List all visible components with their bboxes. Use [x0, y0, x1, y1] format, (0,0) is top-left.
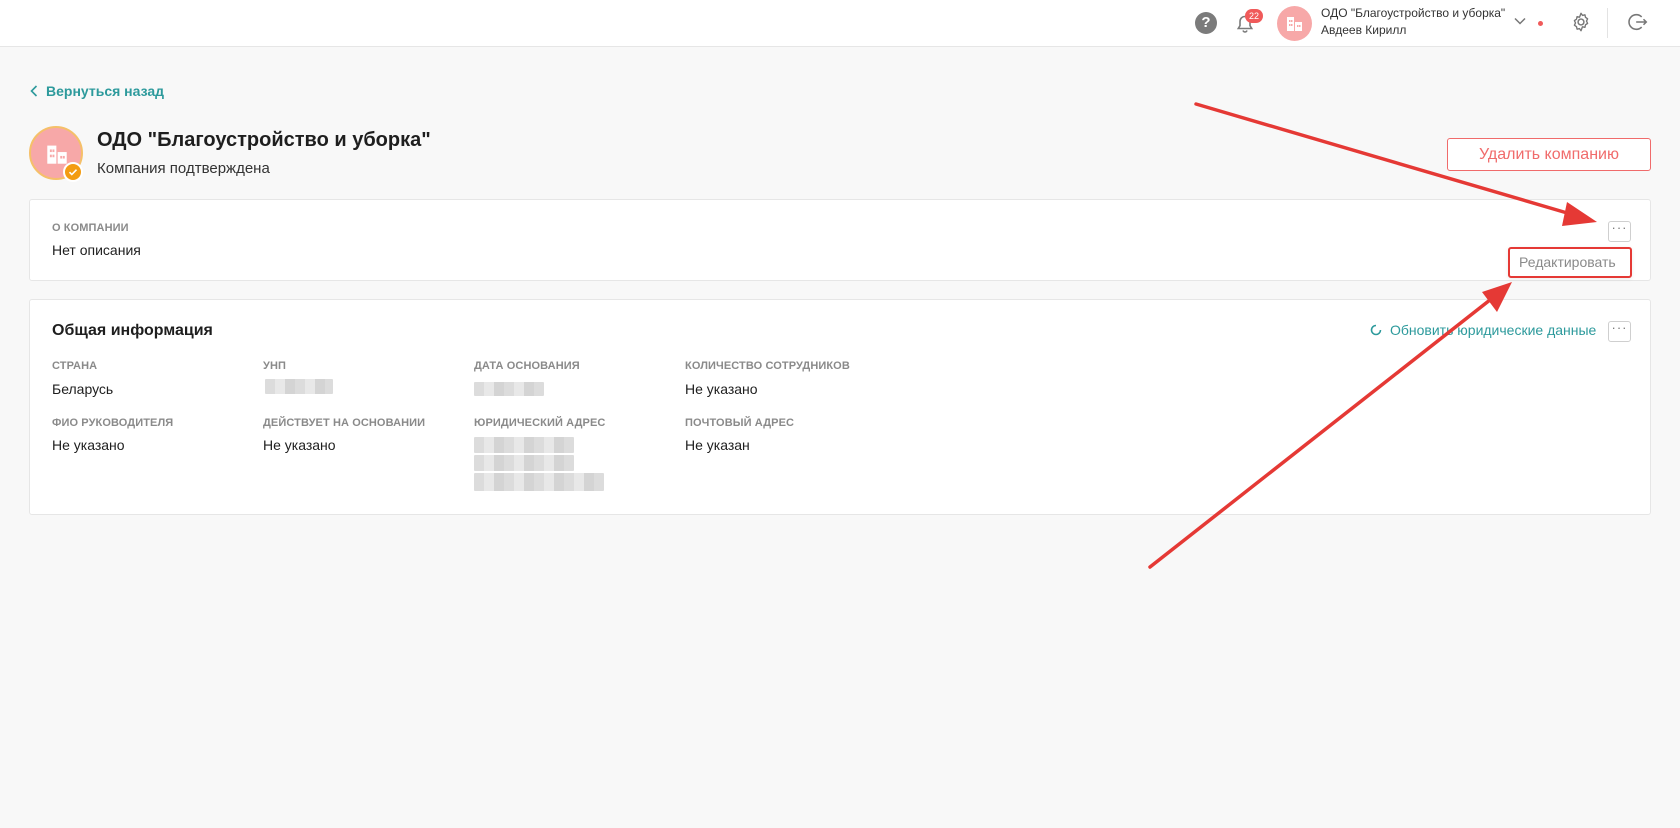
building-icon — [1287, 17, 1302, 31]
status-dot — [1538, 21, 1543, 26]
field-value: Не указан — [685, 437, 750, 453]
chevron-down-icon[interactable] — [1513, 14, 1527, 28]
refresh-legal-data-link[interactable]: Обновить юридические данные — [1369, 322, 1596, 338]
user-company-name[interactable]: ОДО "Благоустройство и уборка" — [1321, 6, 1505, 20]
redacted-value — [474, 473, 604, 491]
field-label: ФИО РУКОВОДИТЕЛЯ — [52, 417, 174, 429]
field-label: УНП — [263, 360, 286, 372]
field-value: Не указано — [685, 381, 758, 397]
refresh-icon — [1370, 324, 1382, 336]
field-label: ДАТА ОСНОВАНИЯ — [474, 360, 580, 372]
about-company-card: О КОМПАНИИ Нет описания ··· — [29, 199, 1651, 281]
field-value: Беларусь — [52, 381, 114, 397]
field-value: Не указано — [52, 437, 125, 453]
edit-menu-item[interactable]: Редактировать — [1508, 247, 1632, 278]
top-bar: ? 22 ОДО "Благоустройство и уборка" Авде… — [0, 0, 1680, 47]
topbar-divider — [1607, 8, 1608, 38]
back-link-label: Вернуться назад — [46, 83, 165, 99]
redacted-value — [474, 455, 574, 471]
verified-icon — [63, 162, 83, 182]
user-name[interactable]: Авдеев Кирилл — [1321, 23, 1406, 37]
field-label: КОЛИЧЕСТВО СОТРУДНИКОВ — [685, 360, 850, 372]
field-label: СТРАНА — [52, 360, 98, 372]
chevron-left-icon — [30, 85, 38, 97]
back-link[interactable]: Вернуться назад — [30, 83, 164, 99]
redacted-value — [265, 379, 333, 394]
about-value: Нет описания — [52, 242, 141, 258]
field-value: Не указано — [263, 437, 336, 453]
company-status: Компания подтверждена — [97, 160, 270, 177]
notifications-badge: 22 — [1245, 9, 1263, 23]
notifications-button[interactable]: 22 — [1234, 9, 1263, 37]
help-icon[interactable]: ? — [1195, 12, 1217, 34]
general-menu-button[interactable]: ··· — [1608, 321, 1631, 342]
field-label: ПОЧТОВЫЙ АДРЕС — [685, 417, 795, 429]
about-menu-button[interactable]: ··· — [1608, 221, 1631, 242]
gear-icon[interactable] — [1570, 11, 1592, 33]
field-label: ЮРИДИЧЕСКИЙ АДРЕС — [474, 417, 606, 429]
redacted-value — [474, 382, 544, 396]
field-label: ДЕЙСТВУЕТ НА ОСНОВАНИИ — [263, 417, 426, 429]
page-title: ОДО "Благоустройство и уборка" — [97, 129, 431, 151]
general-info-title: Общая информация — [52, 322, 213, 339]
logout-icon[interactable] — [1627, 11, 1649, 33]
general-info-card: Общая информация Обновить юридические да… — [29, 299, 1651, 515]
user-avatar[interactable] — [1277, 6, 1312, 41]
redacted-value — [474, 437, 574, 453]
refresh-legal-data-label: Обновить юридические данные — [1390, 322, 1597, 338]
about-label: О КОМПАНИИ — [52, 222, 129, 234]
building-icon — [47, 145, 67, 164]
delete-company-button[interactable]: Удалить компанию — [1447, 138, 1651, 171]
